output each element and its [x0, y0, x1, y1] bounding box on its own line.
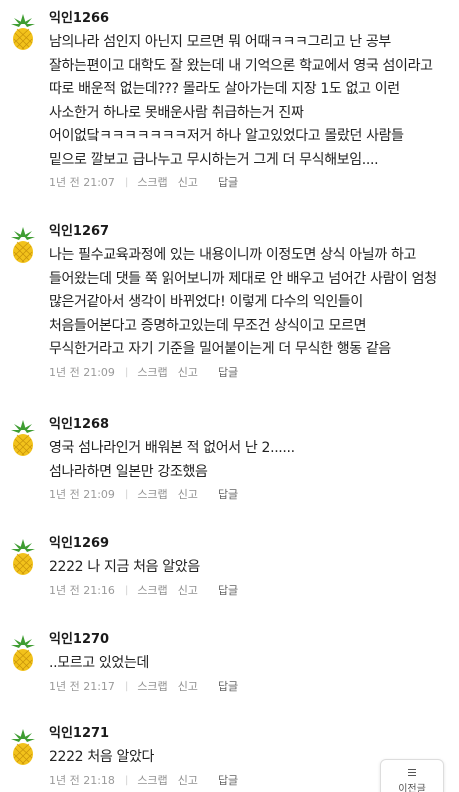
meta-divider: |: [124, 774, 129, 786]
comment-author[interactable]: 익인1267: [49, 213, 445, 241]
comment-body: 2222 나 지금 처음 알았음: [49, 559, 200, 575]
scrap-button[interactable]: 스크랩: [137, 366, 167, 380]
comment-author[interactable]: 익인1269: [49, 525, 445, 553]
comment-body: 영국 섬나라인거 배워본 적 없어서 난 2...... 섬나라하면 일본만 강…: [49, 440, 295, 480]
comment-list: 익인1266 남의나라 섬인지 아닌지 모르면 뭐 어때ㅋㅋㅋ그리고 난 공부 …: [0, 0, 459, 792]
comment-author[interactable]: 익인1270: [49, 621, 445, 649]
pineapple-icon: [11, 227, 35, 263]
report-button[interactable]: 신고: [178, 366, 198, 380]
meta-divider: |: [124, 489, 129, 500]
meta-divider: |: [124, 680, 129, 692]
comment-item: 익인1269 2222 나 지금 처음 알았음 1년 전 21:16 | 스크랩…: [0, 525, 459, 621]
report-button[interactable]: 신고: [178, 680, 198, 694]
comment-timestamp: 1년 전 21:07: [49, 176, 115, 189]
meta-divider: |: [124, 366, 129, 378]
comment-item: 익인1270 ..모르고 있었는데 1년 전 21:17 | 스크랩 신고 답글: [0, 621, 459, 715]
report-button[interactable]: 신고: [178, 584, 198, 598]
comment-item: 익인1268 영국 섬나라인거 배워본 적 없어서 난 2...... 섬나라하…: [0, 406, 459, 525]
comment-timestamp: 1년 전 21:17: [49, 679, 115, 693]
reply-button[interactable]: 답글: [218, 774, 238, 788]
scrap-button[interactable]: 스크랩: [137, 774, 167, 788]
comment-body: 나는 필수교육과정에 있는 내용이니까 이정도면 상식 아닐까 하고 들어왔는데…: [49, 247, 437, 357]
comment-body: ..모르고 있었는데: [49, 655, 150, 671]
comment-timestamp: 1년 전 21:18: [49, 773, 115, 787]
comment-timestamp: 1년 전 21:16: [49, 583, 115, 597]
comment-meta: 1년 전 21:07 | 스크랩 신고 답글: [49, 176, 445, 190]
comment-timestamp: 1년 전 21:09: [49, 365, 115, 379]
scrap-button[interactable]: 스크랩: [137, 488, 167, 502]
comment-meta: 1년 전 21:09 | 스크랩 신고 답글: [49, 488, 445, 502]
comment-author[interactable]: 익인1268: [49, 406, 445, 434]
comment-timestamp: 1년 전 21:09: [49, 488, 115, 501]
comment-author[interactable]: 익인1266: [49, 0, 445, 28]
reply-button[interactable]: 답글: [218, 176, 238, 190]
scrap-button[interactable]: 스크랩: [137, 680, 167, 694]
pineapple-icon: [11, 14, 35, 50]
reply-button[interactable]: 답글: [218, 584, 238, 598]
comment-body: 남의나라 섬인지 아닌지 모르면 뭐 어때ㅋㅋㅋ그리고 난 공부 잘하는편이고 …: [49, 34, 433, 168]
comment-meta: 1년 전 21:09 | 스크랩 신고 답글: [49, 366, 445, 380]
reply-button[interactable]: 답글: [218, 488, 238, 502]
menu-icon: [408, 769, 416, 776]
scrap-button[interactable]: 스크랩: [137, 176, 167, 190]
pineapple-icon: [11, 635, 35, 671]
pineapple-icon: [11, 539, 35, 575]
prev-post-label: 이전글: [398, 784, 426, 792]
reply-button[interactable]: 답글: [218, 366, 238, 380]
meta-divider: |: [124, 177, 129, 188]
pineapple-icon: [11, 729, 35, 765]
report-button[interactable]: 신고: [178, 488, 198, 502]
prev-post-button[interactable]: 이전글: [380, 759, 444, 792]
reply-button[interactable]: 답글: [218, 680, 238, 694]
scrap-button[interactable]: 스크랩: [137, 584, 167, 598]
report-button[interactable]: 신고: [178, 774, 198, 788]
comment-meta: 1년 전 21:17 | 스크랩 신고 답글: [49, 680, 445, 694]
comment-item: 익인1267 나는 필수교육과정에 있는 내용이니까 이정도면 상식 아닐까 하…: [0, 213, 459, 406]
pineapple-icon: [11, 420, 35, 456]
meta-divider: |: [124, 584, 129, 596]
report-button[interactable]: 신고: [178, 176, 198, 190]
comment-author[interactable]: 익인1271: [49, 715, 445, 743]
comment-item: 익인1266 남의나라 섬인지 아닌지 모르면 뭐 어때ㅋㅋㅋ그리고 난 공부 …: [0, 0, 459, 213]
comment-meta: 1년 전 21:16 | 스크랩 신고 답글: [49, 584, 445, 598]
